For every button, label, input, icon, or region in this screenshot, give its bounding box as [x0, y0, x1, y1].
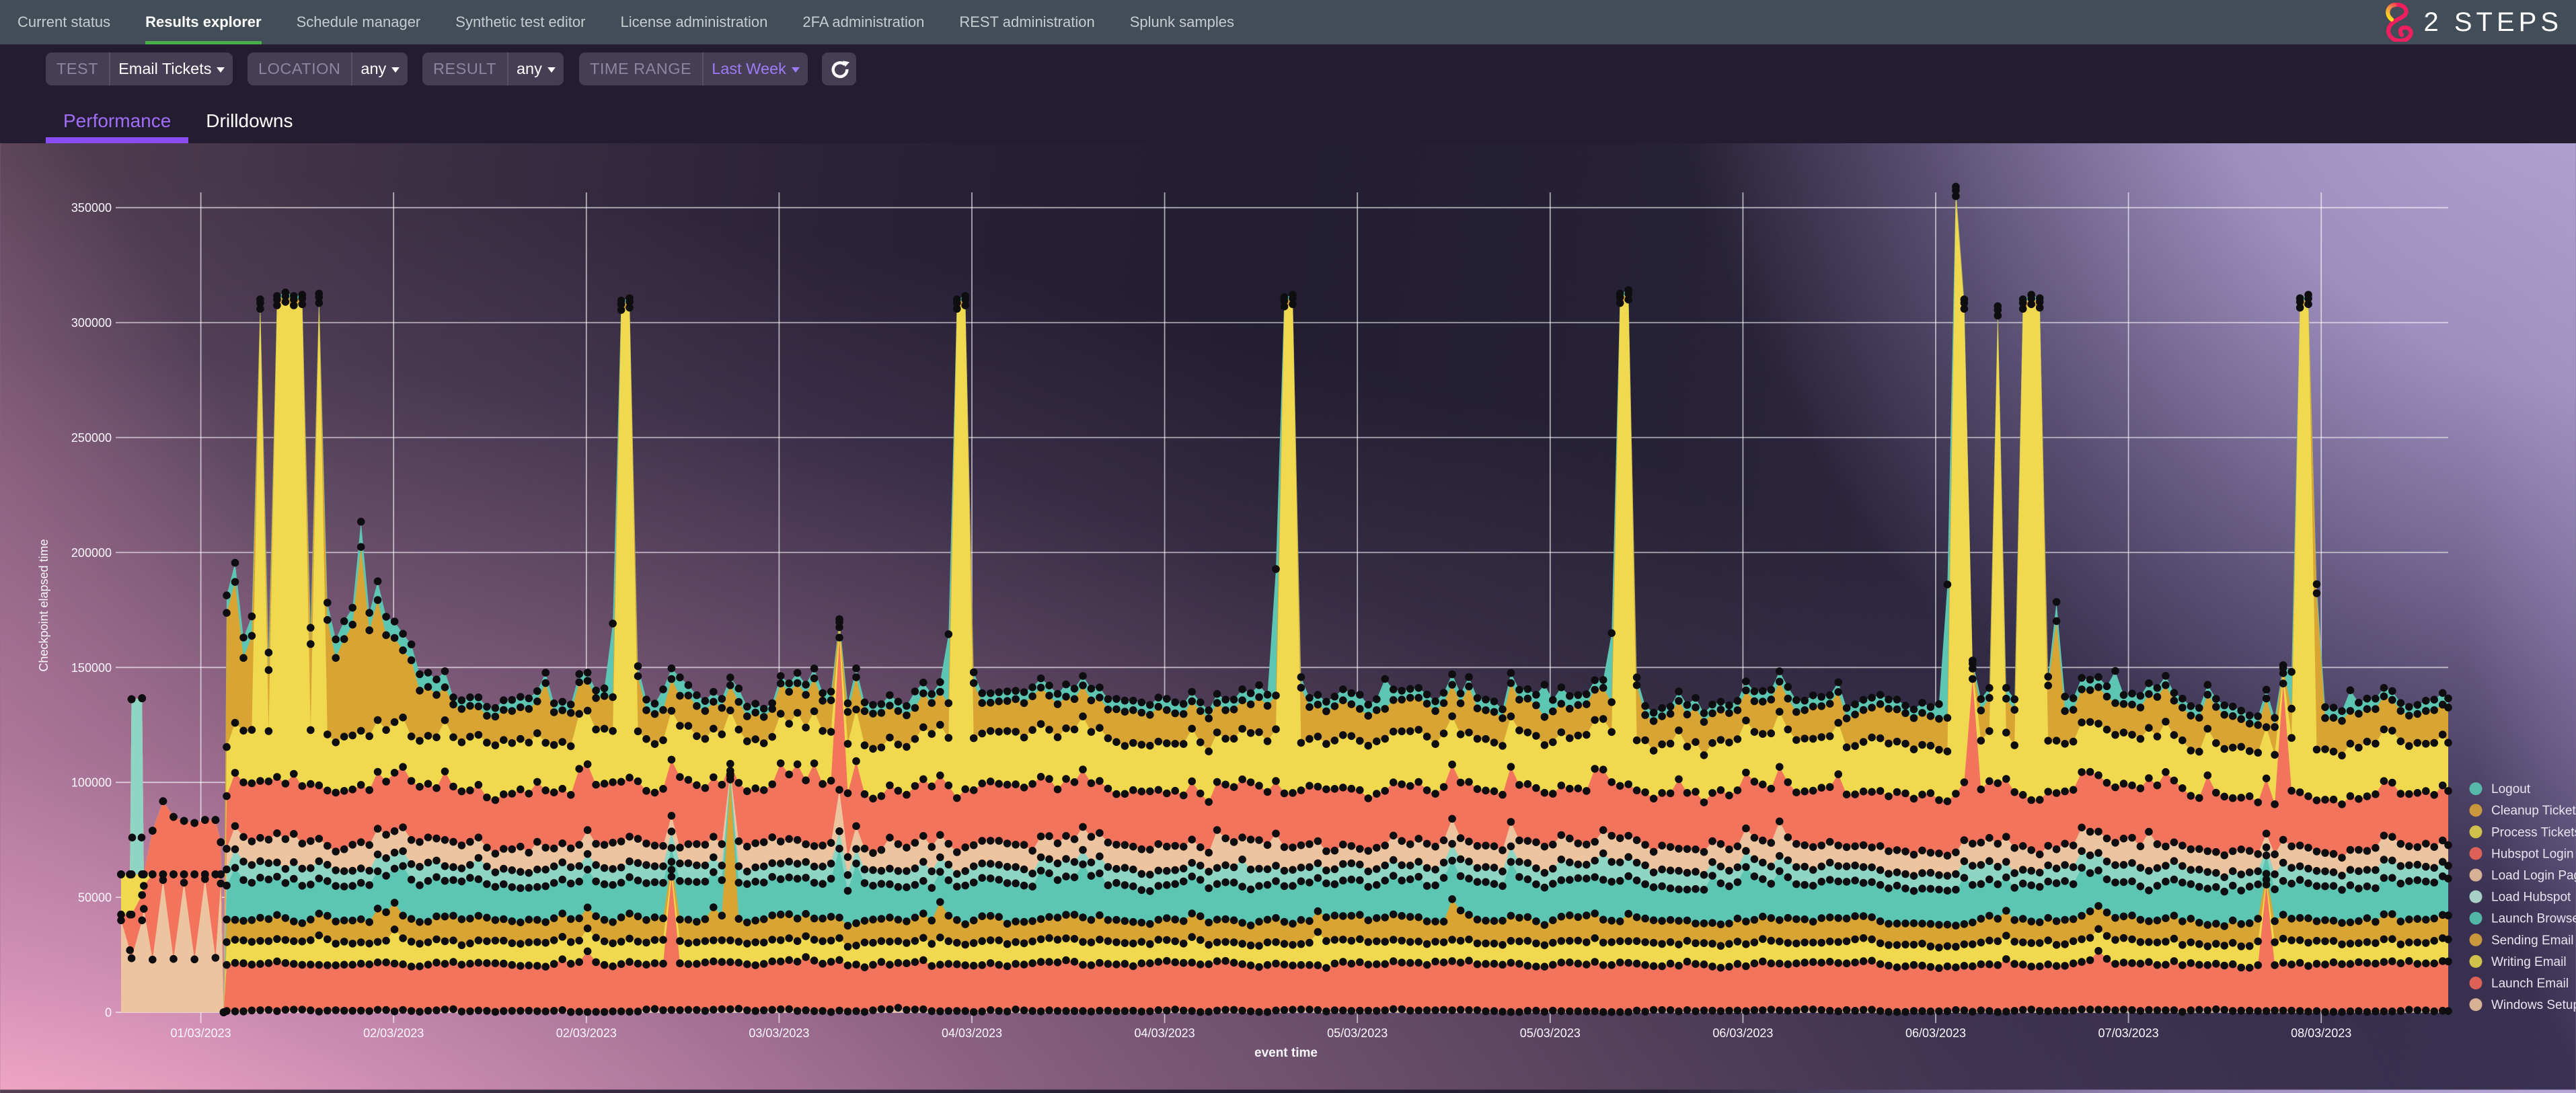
svg-text:100000: 100000: [71, 776, 112, 790]
svg-text:Cleanup Tickets: Cleanup Tickets: [2491, 804, 2576, 818]
svg-text:Windows Setup: Windows Setup: [2491, 998, 2576, 1012]
svg-text:250000: 250000: [71, 431, 112, 445]
svg-text:03/03/2023: 03/03/2023: [749, 1026, 809, 1040]
svg-text:Launch Browser: Launch Browser: [2491, 912, 2576, 926]
svg-text:08/03/2023: 08/03/2023: [2291, 1026, 2351, 1040]
svg-text:04/03/2023: 04/03/2023: [942, 1026, 1002, 1040]
svg-text:06/03/2023: 06/03/2023: [1905, 1026, 1966, 1040]
svg-text:150000: 150000: [71, 661, 112, 675]
svg-text:06/03/2023: 06/03/2023: [1712, 1026, 1773, 1040]
svg-text:04/03/2023: 04/03/2023: [1135, 1026, 1195, 1040]
svg-text:05/03/2023: 05/03/2023: [1520, 1026, 1581, 1040]
svg-text:Writing Email: Writing Email: [2491, 955, 2567, 969]
svg-text:05/03/2023: 05/03/2023: [1327, 1026, 1388, 1040]
svg-text:0: 0: [105, 1006, 112, 1020]
svg-text:Load Hubspot: Load Hubspot: [2491, 891, 2571, 905]
svg-text:Hubspot Login: Hubspot Login: [2491, 847, 2574, 861]
svg-text:50000: 50000: [78, 891, 112, 905]
svg-text:Launch Email: Launch Email: [2491, 977, 2569, 991]
svg-text:Process Tickets: Process Tickets: [2491, 825, 2576, 839]
svg-text:Sending Email: Sending Email: [2491, 934, 2574, 948]
svg-text:07/03/2023: 07/03/2023: [2098, 1026, 2159, 1040]
svg-text:300000: 300000: [71, 316, 112, 330]
svg-text:200000: 200000: [71, 546, 112, 560]
svg-text:01/03/2023: 01/03/2023: [171, 1026, 231, 1040]
svg-text:350000: 350000: [71, 201, 112, 215]
svg-text:Checkpoint elapsed time: Checkpoint elapsed time: [37, 539, 50, 671]
svg-text:Logout: Logout: [2491, 782, 2531, 796]
svg-text:event time: event time: [1254, 1046, 1318, 1060]
svg-text:02/03/2023: 02/03/2023: [363, 1026, 424, 1040]
svg-text:02/03/2023: 02/03/2023: [556, 1026, 617, 1040]
svg-text:Load Login Page: Load Login Page: [2491, 869, 2576, 883]
